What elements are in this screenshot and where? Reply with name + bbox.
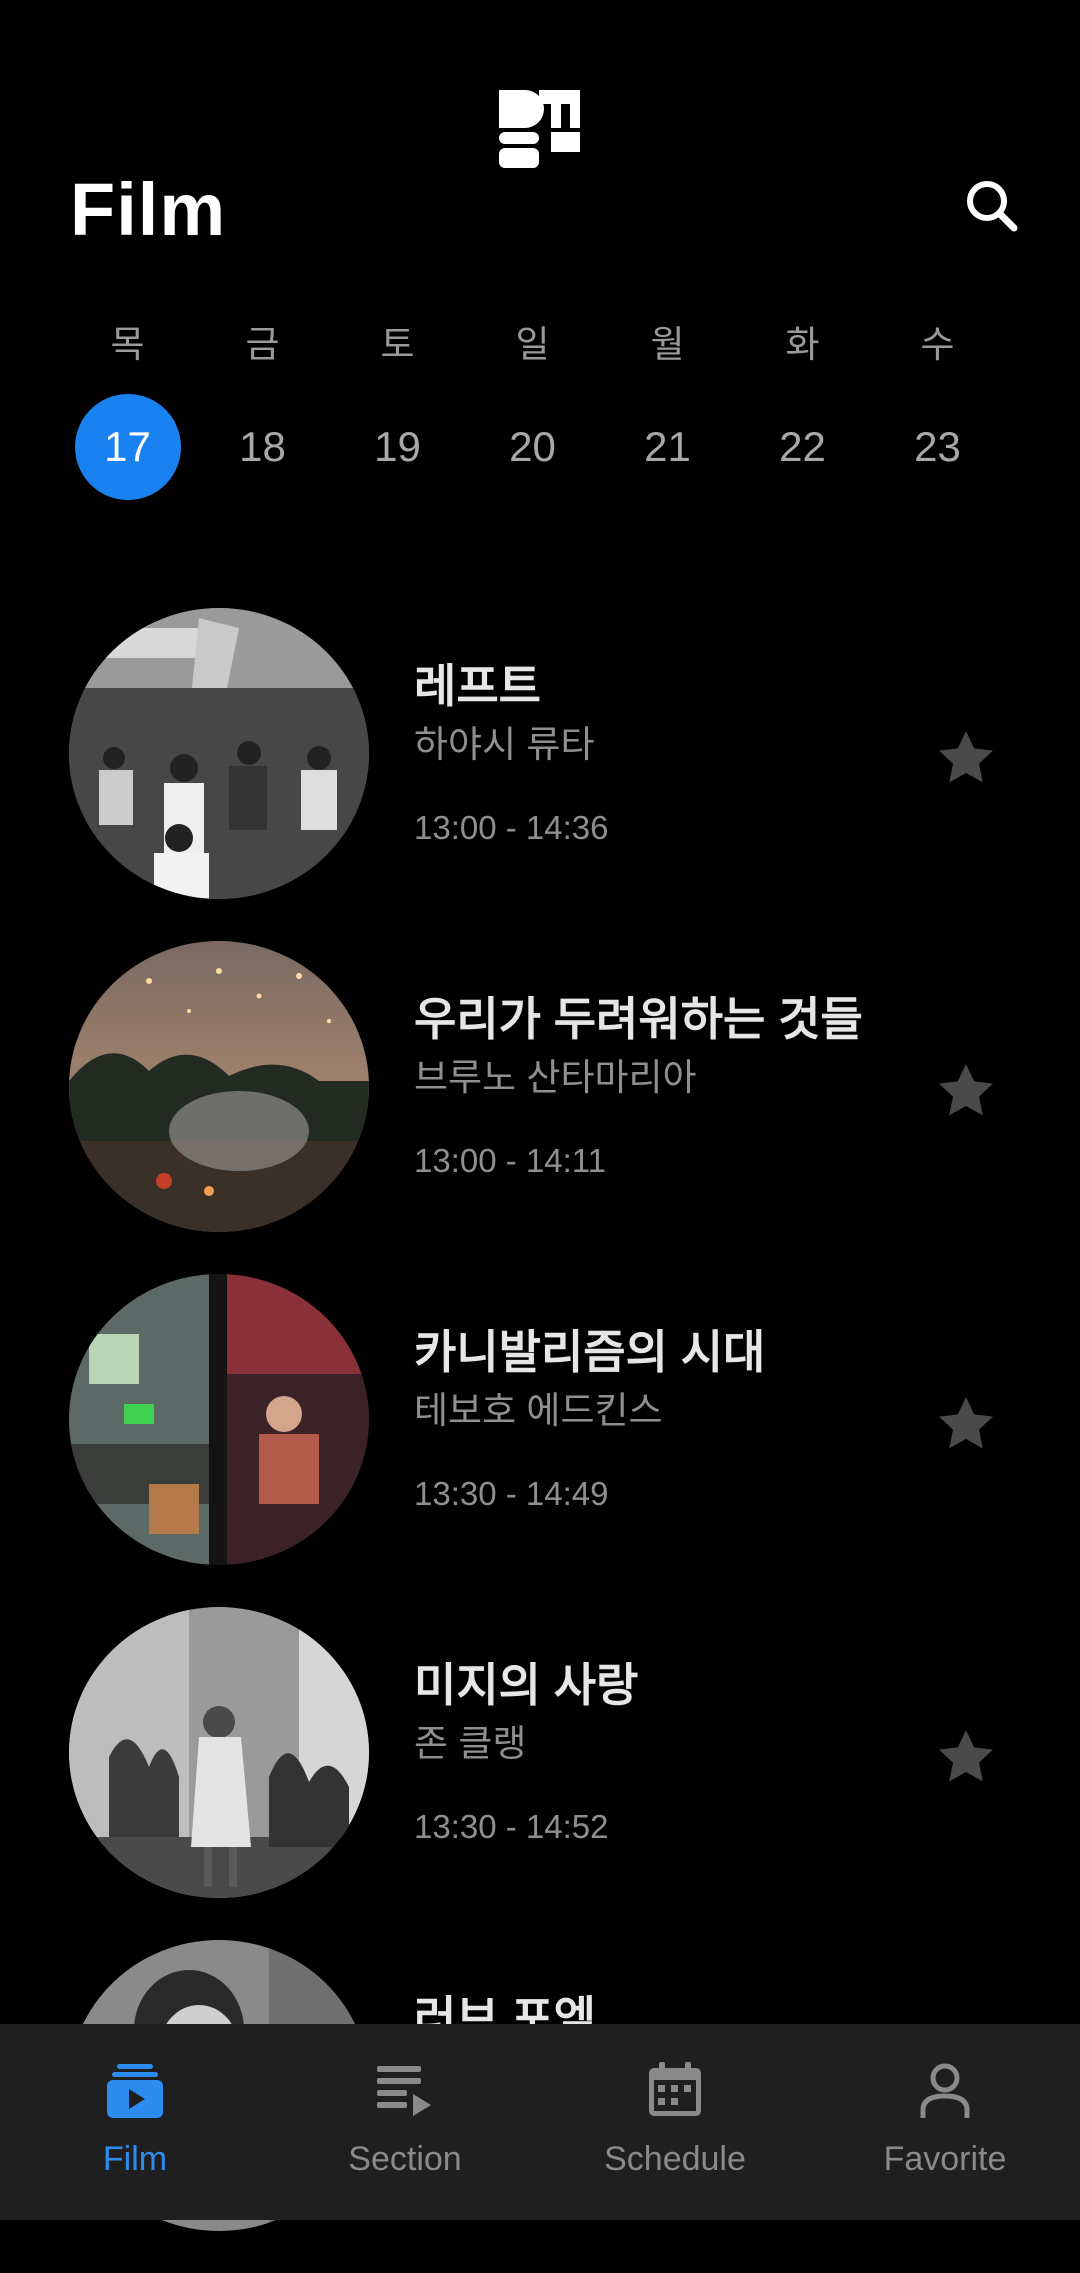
playlist-icon xyxy=(377,2066,431,2116)
nav-item-section[interactable]: Section xyxy=(270,2024,540,2220)
weekday-label: 금 xyxy=(245,324,280,365)
date-item[interactable]: 18 xyxy=(210,394,316,500)
person-icon xyxy=(920,2063,970,2118)
nav-item-film[interactable]: Film xyxy=(0,2024,270,2220)
film-poster xyxy=(69,608,369,899)
calendar-icon xyxy=(649,2062,701,2116)
star-icon xyxy=(939,1730,993,1782)
date-item[interactable]: 22 xyxy=(750,394,856,500)
date-item[interactable]: 23 xyxy=(885,394,991,500)
app-logo-icon xyxy=(499,90,580,168)
film-list-item[interactable]: 레프트 하야시 류타 13:00 - 14:36 xyxy=(0,608,1080,941)
favorite-button[interactable] xyxy=(926,1384,1006,1464)
weekday-label: 목 xyxy=(110,324,145,365)
date-row: 17 18 19 20 21 22 23 xyxy=(60,394,1020,500)
favorite-button[interactable] xyxy=(926,718,1006,798)
film-time: 13:00 - 14:11 xyxy=(414,1142,607,1179)
date-item[interactable]: 20 xyxy=(480,394,586,500)
weekday-label: 월 xyxy=(650,324,685,365)
film-icon xyxy=(107,2064,163,2118)
app-logo xyxy=(499,90,580,168)
search-button[interactable] xyxy=(956,170,1028,242)
weekday-row: 목 금 토 일 월 화 수 xyxy=(60,318,1020,372)
film-poster xyxy=(69,1607,369,1898)
bottom-navigation: Film Section Schedule Favorite xyxy=(0,2024,1080,2220)
weekday-label: 일 xyxy=(515,324,550,365)
weekday-label: 수 xyxy=(920,324,955,365)
nav-item-schedule[interactable]: Schedule xyxy=(540,2024,810,2220)
nav-label: Section xyxy=(348,2140,462,2178)
nav-label: Schedule xyxy=(604,2140,746,2178)
film-time: 13:30 - 14:49 xyxy=(414,1475,609,1512)
date-item[interactable]: 19 xyxy=(345,394,451,500)
film-list-item[interactable]: 우리가 두려워하는 것들 브루노 산타마리아 13:00 - 14:11 xyxy=(0,941,1080,1274)
film-list-item[interactable]: 미지의 사랑 존 클랭 13:30 - 14:52 xyxy=(0,1607,1080,1940)
nav-item-favorite[interactable]: Favorite xyxy=(810,2024,1080,2220)
film-title: 카니발리즘의 시대 xyxy=(414,1326,766,1378)
film-list-item[interactable]: 카니발리즘의 시대 테보호 에드킨스 13:30 - 14:49 xyxy=(0,1274,1080,1607)
favorite-button[interactable] xyxy=(926,1717,1006,1797)
film-director: 하야시 류타 xyxy=(414,724,595,765)
film-director: 존 클랭 xyxy=(414,1723,527,1764)
film-title: 미지의 사랑 xyxy=(414,1659,639,1711)
page-title: Film xyxy=(70,168,227,251)
film-director: 브루노 산타마리아 xyxy=(414,1057,697,1098)
film-time: 13:30 - 14:52 xyxy=(414,1808,609,1845)
date-item[interactable]: 21 xyxy=(615,394,721,500)
nav-label: Film xyxy=(102,2140,168,2178)
star-icon xyxy=(939,1064,993,1116)
star-icon xyxy=(939,731,993,783)
film-poster xyxy=(69,941,369,1232)
favorite-button[interactable] xyxy=(926,1051,1006,1131)
film-title: 레프트 xyxy=(414,660,541,712)
star-icon xyxy=(939,1397,993,1449)
date-item-selected[interactable]: 17 xyxy=(74,394,181,500)
film-time: 13:00 - 14:36 xyxy=(414,809,609,846)
nav-label: Favorite xyxy=(883,2140,1007,2178)
weekday-label: 화 xyxy=(785,324,820,365)
film-poster xyxy=(69,1274,369,1565)
film-director: 테보호 에드킨스 xyxy=(414,1390,663,1431)
search-icon xyxy=(967,181,1018,232)
weekday-label: 토 xyxy=(380,324,415,365)
film-title: 우리가 두려워하는 것들 xyxy=(414,993,863,1045)
